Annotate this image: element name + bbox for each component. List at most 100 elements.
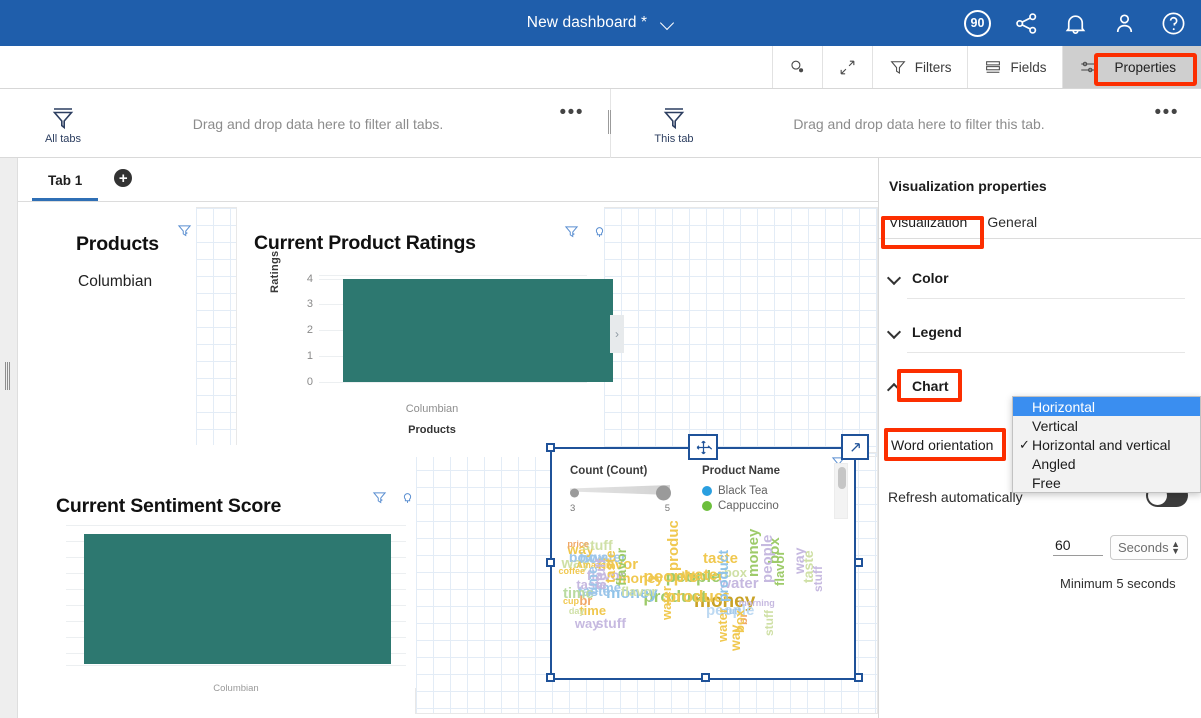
- empty-grid-region: [195, 207, 237, 457]
- filter-band-resize-grip[interactable]: [608, 110, 612, 134]
- top-bar-actions: 90: [964, 0, 1187, 46]
- score-badge[interactable]: 90: [964, 9, 991, 37]
- bell-icon[interactable]: [1062, 10, 1089, 37]
- left-panel-resize-grip[interactable]: [5, 362, 13, 390]
- fields-button[interactable]: Fields: [967, 46, 1062, 88]
- legend-max-knob[interactable]: [656, 485, 671, 501]
- word-cloud-word[interactable]: way: [575, 617, 600, 630]
- legend-scrollbar[interactable]: [834, 463, 848, 519]
- section-color[interactable]: Color: [889, 270, 1185, 286]
- filters-button[interactable]: Filters: [871, 46, 968, 88]
- all-tabs-drop-hint: Drag and drop data here to filter all ta…: [192, 115, 444, 132]
- this-tab-filter-icon-group[interactable]: This tab: [631, 103, 717, 145]
- chevron-down-icon: [889, 273, 900, 284]
- refresh-unit-select[interactable]: Seconds ▲ ▼: [1110, 535, 1188, 560]
- section-color-label: Color: [912, 270, 949, 286]
- section-chart[interactable]: Chart: [889, 378, 1185, 394]
- widget-current-sentiment-score[interactable]: Current Sentiment Score Columbian: [38, 445, 416, 694]
- word-cloud-word[interactable]: morning: [739, 599, 775, 608]
- resize-handle-se[interactable]: [854, 673, 863, 682]
- funnel-icon[interactable]: [177, 223, 192, 243]
- legend-item[interactable]: Cappuccino: [702, 500, 780, 512]
- word-cloud-word[interactable]: water: [659, 586, 674, 620]
- word-orientation-dropdown[interactable]: Horizontal Vertical ✓ Horizontal and ver…: [1012, 396, 1201, 493]
- section-legend[interactable]: Legend: [889, 324, 1185, 340]
- resize-handle-w[interactable]: [546, 558, 555, 567]
- properties-button[interactable]: Properties: [1062, 46, 1201, 88]
- word-cloud-word[interactable]: flavor: [772, 551, 787, 586]
- word-cloud-word[interactable]: flavor: [613, 548, 629, 586]
- tab-general[interactable]: General: [977, 214, 1047, 230]
- legend-scrollbar-thumb[interactable]: [838, 467, 846, 489]
- funnel-icon[interactable]: [564, 224, 579, 244]
- word-cloud-legend: Count (Count) 3 5 Product Name Black Tea…: [570, 465, 844, 523]
- word-cloud-word[interactable]: product: [665, 521, 682, 571]
- resize-handle-nw[interactable]: [546, 443, 555, 452]
- word-cloud-word[interactable]: price: [567, 539, 589, 549]
- ratings-y-axis-label: Ratings: [269, 250, 281, 293]
- y-tick: 1: [306, 350, 313, 362]
- resize-handle-sw[interactable]: [546, 673, 555, 682]
- word-cloud-word[interactable]: day: [569, 607, 585, 616]
- word-cloud-canvas[interactable]: money people product people product money wate…: [554, 521, 852, 676]
- dropdown-option-free[interactable]: Free: [1013, 473, 1200, 492]
- insight-icon[interactable]: [400, 490, 415, 510]
- sentiment-bar-columbian[interactable]: [84, 534, 391, 664]
- search-data-icon[interactable]: [771, 46, 822, 88]
- products-widget-value[interactable]: Columbian: [78, 273, 152, 291]
- all-tabs-filter-icon-group[interactable]: All tabs: [20, 103, 106, 145]
- legend-item[interactable]: Black Tea: [702, 485, 780, 497]
- word-cloud-word[interactable]: cup: [563, 596, 579, 606]
- divider: [907, 352, 1185, 353]
- ratings-category-label: Columbian: [405, 403, 459, 415]
- dashboard-tab-strip: Tab 1 +: [18, 158, 878, 202]
- help-icon[interactable]: [1160, 10, 1187, 37]
- section-legend-label: Legend: [912, 324, 962, 340]
- refresh-interval-input[interactable]: [1053, 536, 1103, 556]
- legend-min-knob[interactable]: [570, 488, 579, 498]
- share-icon[interactable]: [1013, 10, 1040, 37]
- dropdown-option-horizontal-and-vertical[interactable]: ✓ Horizontal and vertical: [1013, 435, 1200, 454]
- dropdown-option-horizontal[interactable]: Horizontal: [1013, 397, 1200, 416]
- tab-visualization[interactable]: Visualization: [879, 214, 977, 230]
- all-tabs-overflow-menu[interactable]: •••: [560, 103, 584, 122]
- widget-products[interactable]: Products Columbian: [38, 207, 196, 457]
- this-tab-filter-zone[interactable]: This tab Drag and drop data here to filt…: [611, 89, 1201, 158]
- expand-widget-icon[interactable]: [841, 434, 869, 460]
- word-cloud-word[interactable]: stuff: [811, 566, 825, 592]
- chevron-down-icon[interactable]: [661, 17, 674, 30]
- ratings-bar-columbian[interactable]: [343, 279, 613, 382]
- panel-tab-bar: Visualization General: [879, 206, 1201, 239]
- funnel-icon[interactable]: [372, 490, 387, 510]
- add-tab-icon[interactable]: +: [114, 169, 133, 187]
- widget-current-product-ratings[interactable]: Current Product Ratings Ratings 4 3 2 1 …: [237, 207, 624, 457]
- section-chart-label: Chart: [912, 378, 949, 394]
- insight-icon[interactable]: [592, 224, 607, 244]
- widget-word-cloud[interactable]: Count (Count) 3 5 Product Name Black Tea…: [550, 447, 856, 680]
- ratings-x-axis-label: Products: [408, 424, 456, 436]
- word-cloud-word[interactable]: box: [732, 609, 747, 632]
- word-cloud-word[interactable]: stuff: [762, 610, 776, 636]
- view-toolbar: Filters Fields Properties: [0, 46, 1201, 89]
- move-icon[interactable]: [688, 434, 718, 460]
- legend-size-gradient[interactable]: [570, 485, 676, 501]
- dropdown-option-angled[interactable]: Angled: [1013, 454, 1200, 473]
- ratings-y-ticks: 4 3 2 1 0: [291, 273, 313, 393]
- dropdown-option-vertical[interactable]: Vertical: [1013, 416, 1200, 435]
- user-icon[interactable]: [1111, 10, 1138, 37]
- resize-handle-s[interactable]: [701, 673, 710, 682]
- sentiment-category-label: Columbian: [213, 683, 259, 694]
- resize-handle-e[interactable]: [854, 558, 863, 567]
- tab-tab1[interactable]: Tab 1: [32, 173, 99, 201]
- all-tabs-filter-zone[interactable]: All tabs Drag and drop data here to filt…: [0, 89, 611, 158]
- all-tabs-label: All tabs: [44, 132, 82, 145]
- word-cloud-word[interactable]: flavor: [621, 585, 656, 598]
- expand-icon[interactable]: [821, 46, 872, 88]
- legend-color-dot: [702, 501, 712, 511]
- refresh-automatically-label: Refresh automatically: [888, 489, 1023, 505]
- word-cloud-word[interactable]: product: [715, 549, 731, 601]
- properties-label: Properties: [1105, 56, 1185, 78]
- this-tab-overflow-menu[interactable]: •••: [1155, 103, 1179, 122]
- funnel-icon: [663, 107, 685, 129]
- chart-scroll-right-icon[interactable]: ›: [610, 315, 624, 353]
